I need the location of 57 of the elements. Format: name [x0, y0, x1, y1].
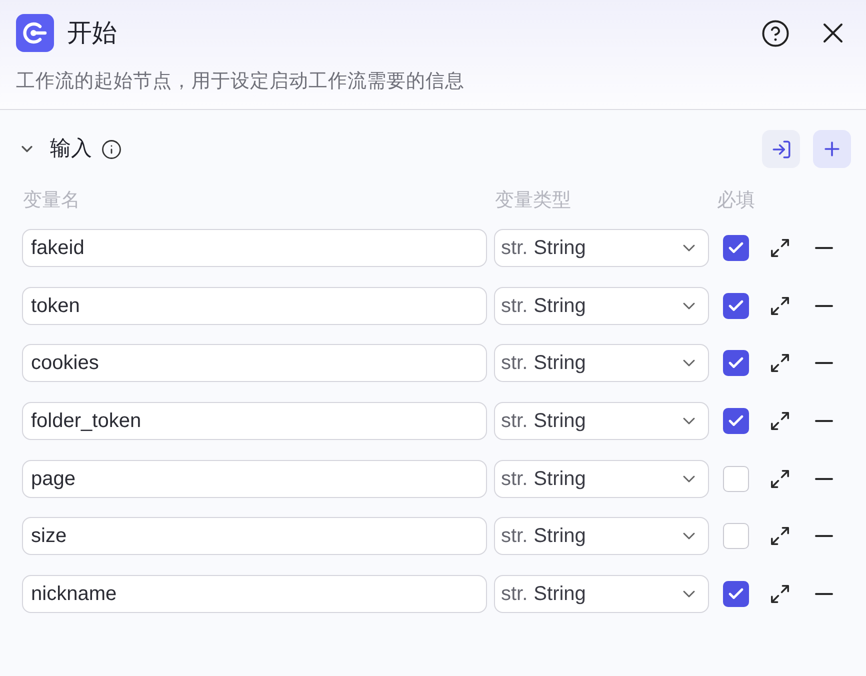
minus-icon: [815, 478, 833, 480]
type-select[interactable]: str. String: [494, 286, 709, 325]
close-button[interactable]: [823, 23, 843, 43]
expand-button[interactable]: [771, 239, 789, 257]
type-select[interactable]: str. String: [494, 229, 709, 267]
help-button[interactable]: [762, 20, 789, 46]
variable-name-input[interactable]: folder_token: [22, 402, 487, 440]
required-checkbox[interactable]: [723, 581, 749, 608]
help-icon: [762, 20, 789, 46]
variable-name-input[interactable]: token: [22, 286, 487, 325]
arrow-in-box-icon: [770, 138, 792, 160]
type-select[interactable]: str. String: [494, 517, 709, 556]
app-logo-icon: [16, 14, 54, 52]
variable-name-input[interactable]: page: [22, 460, 487, 498]
variable-name-input[interactable]: size: [22, 517, 487, 556]
expand-button[interactable]: [771, 527, 789, 546]
expand-button[interactable]: [771, 585, 789, 604]
expand-button[interactable]: [771, 412, 789, 430]
required-checkbox[interactable]: [723, 292, 749, 319]
section-title: 输入: [50, 136, 92, 162]
expand-button[interactable]: [771, 354, 789, 372]
expand-icon: [771, 296, 789, 315]
variable-name-input[interactable]: cookies: [22, 344, 487, 382]
type-select[interactable]: str. String: [494, 344, 709, 382]
minus-icon: [815, 535, 833, 538]
column-header: 变量类型: [495, 190, 571, 211]
close-icon: [823, 23, 843, 43]
required-checkbox[interactable]: [723, 350, 749, 376]
type-select[interactable]: str. String: [494, 402, 709, 440]
expand-icon: [771, 412, 789, 430]
expand-button[interactable]: [771, 470, 789, 488]
add-button[interactable]: [813, 130, 851, 168]
expand-icon: [771, 527, 789, 546]
required-checkbox[interactable]: [723, 235, 749, 261]
minus-icon: [815, 362, 833, 364]
variable-name-input[interactable]: fakeid: [22, 229, 487, 267]
type-select[interactable]: str. String: [494, 575, 709, 614]
panel-title: 开始: [67, 20, 117, 46]
required-checkbox[interactable]: [723, 523, 749, 550]
minus-icon: [815, 593, 833, 596]
info-icon: [101, 138, 122, 160]
minus-icon: [815, 420, 833, 422]
required-checkbox[interactable]: [723, 408, 749, 434]
variable-name-input[interactable]: nickname: [22, 575, 487, 614]
expand-icon: [771, 585, 789, 604]
column-header: 必填: [717, 188, 755, 213]
panel-description: 工作流的起始节点，用于设定启动工作流需要的信息: [16, 70, 464, 94]
import-button[interactable]: [762, 130, 800, 168]
minus-icon: [815, 247, 833, 249]
required-checkbox[interactable]: [723, 466, 749, 492]
expand-icon: [771, 470, 789, 488]
expand-icon: [771, 354, 789, 372]
expand-icon: [771, 239, 789, 257]
column-header: 变量名: [23, 190, 80, 211]
expand-button[interactable]: [771, 296, 789, 315]
type-select[interactable]: str. String: [494, 460, 709, 498]
minus-icon: [815, 304, 833, 307]
